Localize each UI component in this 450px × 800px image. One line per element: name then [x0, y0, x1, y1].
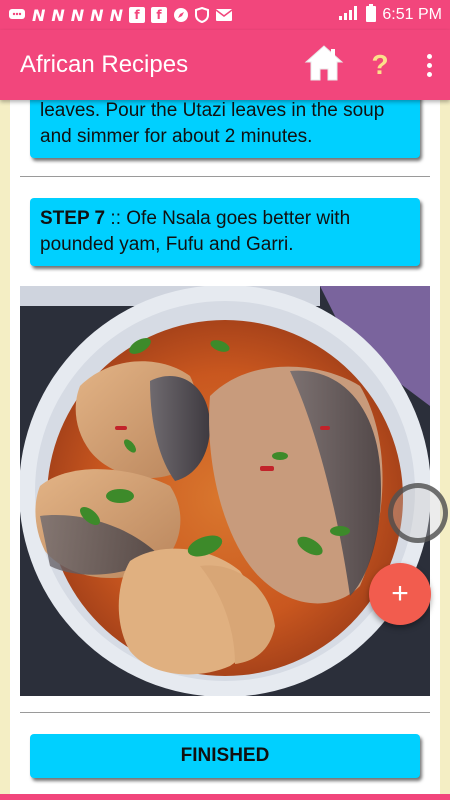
add-fab-button[interactable]: + [369, 563, 431, 625]
dish-photo [20, 286, 430, 696]
divider [20, 712, 430, 713]
n-icon: N [70, 5, 85, 25]
help-icon: ? [371, 49, 389, 80]
step-card: leaves. Pour the Utazi leaves in the sou… [30, 100, 420, 158]
home-icon [304, 44, 344, 87]
more-vert-icon [426, 53, 432, 77]
message-icon [8, 6, 26, 24]
n-icon: N [51, 5, 65, 25]
n-icon: N [90, 5, 104, 25]
step-text: leaves. Pour the Utazi leaves in the sou… [40, 100, 385, 147]
add-icon: + [391, 577, 409, 610]
battery-icon [366, 3, 377, 27]
bottom-strip [0, 794, 450, 800]
divider [20, 176, 430, 177]
recipe-steps-list[interactable]: leaves. Pour the Utazi leaves in the sou… [10, 100, 440, 800]
shield-icon [194, 6, 209, 24]
n-icon: N [109, 5, 123, 25]
step-label: STEP 7 [40, 208, 106, 229]
compass-icon [173, 6, 189, 24]
step-separator: :: [105, 208, 127, 229]
touch-indicator [388, 483, 448, 543]
app-bar: African Recipes ? [0, 30, 450, 100]
more-options-button[interactable] [414, 43, 444, 87]
notification-icons: N N N N N f f [8, 5, 338, 25]
home-button[interactable] [302, 43, 346, 87]
help-button[interactable]: ? [358, 43, 402, 87]
email-icon [215, 6, 233, 24]
facebook-icon: f [150, 7, 167, 23]
finished-button[interactable]: FINISHED [30, 734, 420, 778]
status-bar: N N N N N f f 6:51 PM [0, 0, 450, 30]
step-card: STEP 7 :: Ofe Nsala goes better with pou… [30, 198, 420, 266]
n-icon: N [32, 5, 46, 25]
facebook-icon: f [128, 7, 145, 23]
app-title: African Recipes [20, 51, 189, 78]
clock: 6:51 PM [382, 6, 442, 23]
signal-icon [338, 5, 360, 26]
